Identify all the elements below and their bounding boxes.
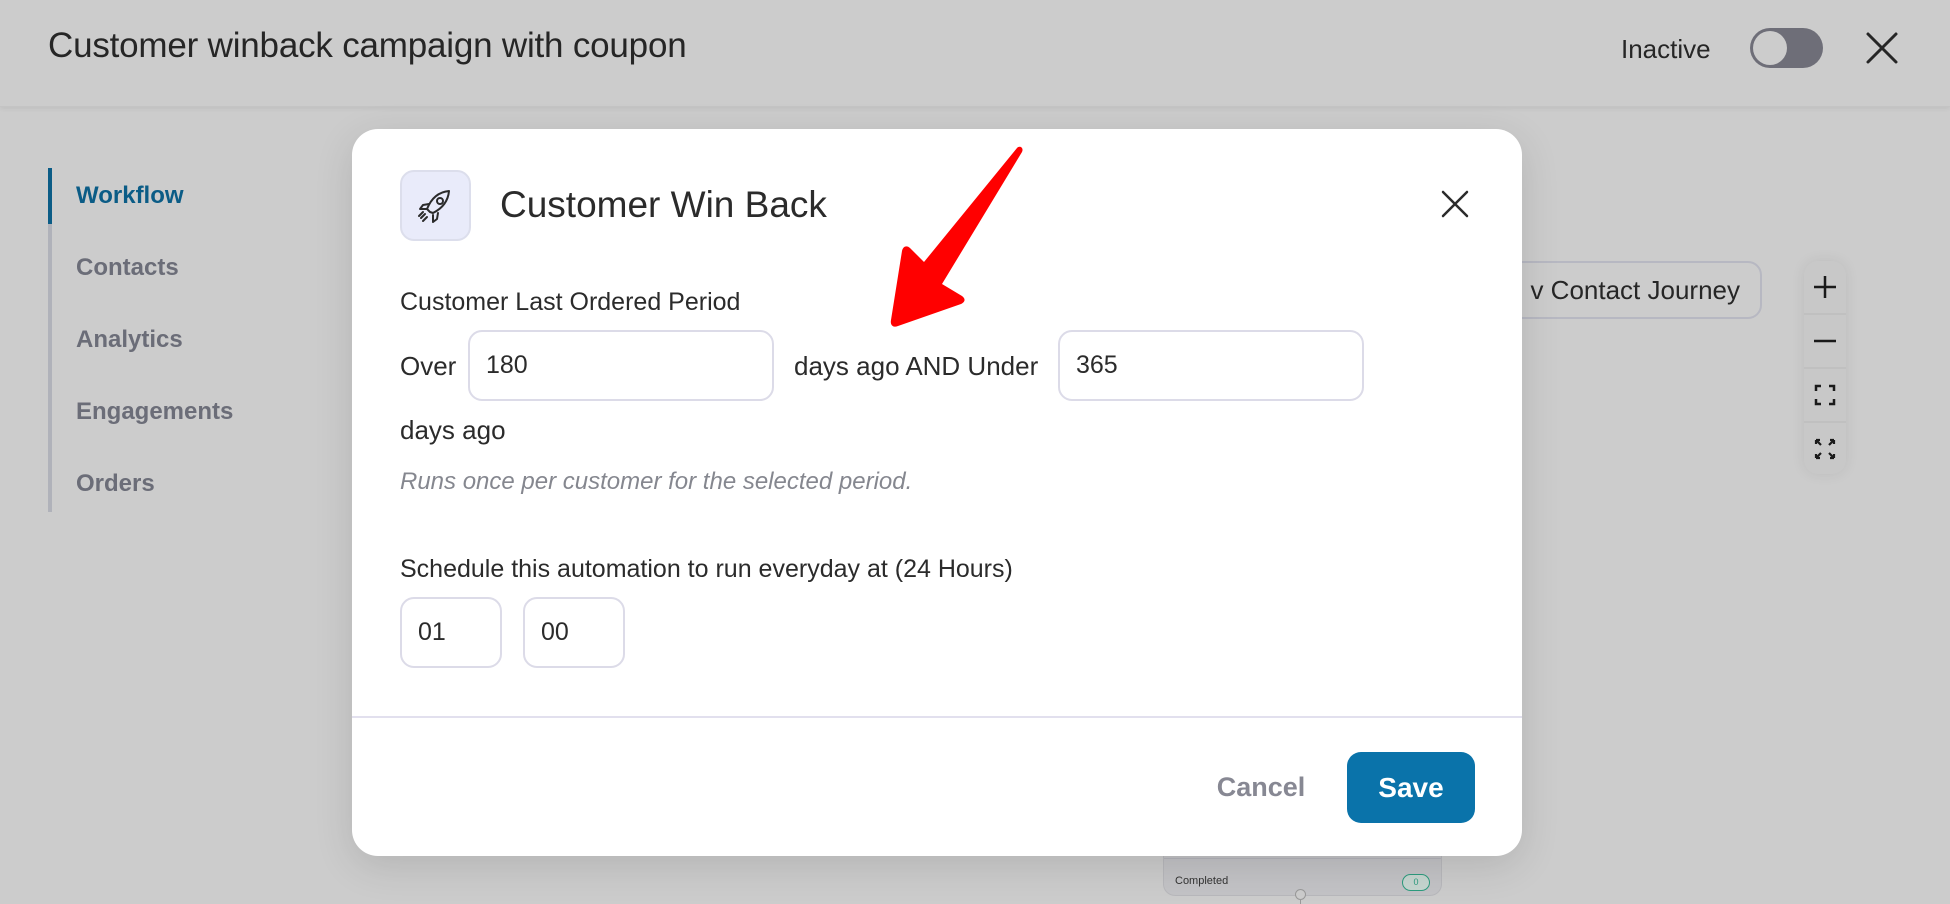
schedule-minute-input[interactable] (523, 597, 625, 668)
app-header: Customer winback campaign with coupon In… (0, 0, 1950, 107)
sidebar-nav: Workflow Contacts Analytics Engagements … (48, 168, 308, 512)
zoom-out-button[interactable] (1804, 315, 1846, 367)
save-button[interactable]: Save (1347, 752, 1475, 823)
node-divider (1164, 858, 1441, 859)
period-to-days-input[interactable] (1058, 330, 1364, 401)
node-count-badge: 0 (1402, 874, 1430, 891)
period-hint: Runs once per customer for the selected … (400, 468, 913, 495)
schedule-label: Schedule this automation to run everyday… (400, 555, 1013, 583)
toggle-knob (1753, 31, 1787, 65)
period-from-days-input[interactable] (468, 330, 774, 401)
close-icon (1441, 190, 1469, 218)
modal-footer-divider (352, 716, 1522, 718)
rocket-icon (417, 189, 450, 223)
minus-icon (1814, 339, 1836, 343)
sidebar-item-orders[interactable]: Orders (76, 470, 155, 498)
period-prefix-text: Over (400, 351, 457, 381)
sidebar-item-workflow[interactable]: Workflow (76, 182, 184, 210)
node-connector-line (1300, 900, 1301, 904)
active-toggle[interactable] (1750, 28, 1823, 68)
sidebar-item-engagements[interactable]: Engagements (76, 398, 233, 426)
plus-icon (1814, 276, 1836, 298)
close-icon (1866, 32, 1898, 64)
cancel-button[interactable]: Cancel (1186, 752, 1336, 822)
modal-title: Customer Win Back (500, 184, 827, 225)
annotation-arrow-icon (890, 146, 1023, 327)
sidebar-item-contacts[interactable]: Contacts (76, 254, 179, 282)
period-label: Customer Last Ordered Period (400, 288, 741, 316)
fit-view-button[interactable] (1804, 369, 1846, 421)
status-label: Inactive (1621, 34, 1711, 64)
fullscreen-button[interactable] (1804, 423, 1846, 475)
close-editor-button[interactable] (1864, 30, 1900, 66)
trigger-icon-box (400, 170, 471, 241)
node-connector-handle[interactable] (1295, 889, 1306, 900)
period-middle-text: days ago AND Under (794, 351, 1039, 381)
schedule-hour-input[interactable] (400, 597, 502, 668)
fit-view-icon (1814, 384, 1836, 406)
sidebar-active-indicator (48, 168, 52, 224)
sidebar-item-analytics[interactable]: Analytics (76, 326, 183, 354)
fullscreen-icon (1814, 438, 1836, 460)
modal-close-button[interactable] (1438, 187, 1472, 221)
node-status-label: Completed (1175, 875, 1229, 887)
page-title: Customer winback campaign with coupon (48, 26, 687, 65)
period-suffix-text: days ago (400, 415, 506, 445)
zoom-in-button[interactable] (1804, 261, 1846, 313)
zoom-controls (1804, 261, 1846, 474)
